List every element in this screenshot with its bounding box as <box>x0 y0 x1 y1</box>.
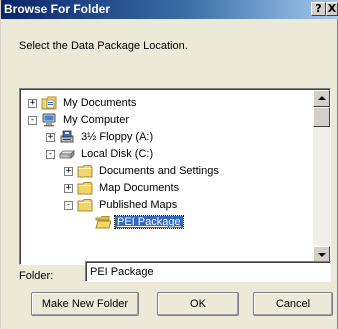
arrow-up-icon <box>318 96 326 100</box>
scroll-up-button[interactable] <box>313 90 330 107</box>
folder-label: Folder: <box>19 270 54 282</box>
tree-item-documents-and-settings[interactable]: + Documents and Settings <box>64 163 221 179</box>
tree-item-label: Local Disk (C:) <box>81 148 154 160</box>
folder-icon <box>77 165 93 178</box>
scroll-thumb[interactable] <box>313 107 330 127</box>
expand-toggle[interactable]: + <box>28 98 37 108</box>
hard-disk-icon <box>59 150 75 159</box>
collapse-toggle[interactable]: - <box>64 200 73 210</box>
my-documents-icon <box>41 96 57 110</box>
expand-toggle[interactable]: + <box>46 132 55 142</box>
tree-item-label: Map Documents <box>99 182 180 194</box>
tree-item-label-selected: PEI Package <box>114 215 184 229</box>
tree-item-published-maps[interactable]: - Published Maps <box>64 197 179 213</box>
my-computer-icon <box>42 113 56 127</box>
arrow-down-icon <box>318 253 326 257</box>
folder-tree[interactable]: + My Documents - My Computer + 3½ Floppy… <box>19 88 331 265</box>
folder-input[interactable] <box>85 261 331 282</box>
close-button[interactable]: X <box>326 2 338 16</box>
prompt-text: Select the Data Package Location. <box>19 40 188 52</box>
tree-item-my-computer[interactable]: - My Computer <box>28 112 131 128</box>
expand-toggle[interactable]: + <box>64 166 73 176</box>
browse-for-folder-dialog: Browse For Folder ? X Select the Data Pa… <box>0 0 338 329</box>
tree-item-label: 3½ Floppy (A:) <box>81 131 154 143</box>
window-title: Browse For Folder <box>4 2 111 16</box>
title-bar[interactable]: Browse For Folder ? X <box>1 0 338 19</box>
tree-item-floppy-a[interactable]: + 3½ Floppy (A:) <box>46 129 155 145</box>
help-button[interactable]: ? <box>311 2 326 16</box>
collapse-toggle[interactable]: - <box>46 149 55 159</box>
tree-item-pei-package[interactable]: PEI Package <box>82 214 184 230</box>
make-new-folder-button[interactable]: Make New Folder <box>31 292 139 316</box>
floppy-drive-icon <box>60 130 74 143</box>
tree-item-map-documents[interactable]: + Map Documents <box>64 180 181 196</box>
tree-item-label: Published Maps <box>99 199 178 211</box>
ok-button[interactable]: OK <box>157 292 239 316</box>
expand-toggle[interactable]: + <box>64 183 73 193</box>
tree-item-local-disk-c[interactable]: - Local Disk (C:) <box>46 146 155 162</box>
open-folder-icon <box>95 216 111 229</box>
vertical-scrollbar[interactable] <box>313 90 330 263</box>
folder-icon <box>77 199 93 212</box>
tree-item-label: My Computer <box>63 114 130 126</box>
cancel-button[interactable]: Cancel <box>253 292 333 316</box>
folder-icon <box>77 182 93 195</box>
tree-item-my-documents[interactable]: + My Documents <box>28 95 138 111</box>
collapse-toggle[interactable]: - <box>28 115 37 125</box>
tree-item-label: My Documents <box>63 97 137 109</box>
tree-item-label: Documents and Settings <box>99 165 219 177</box>
